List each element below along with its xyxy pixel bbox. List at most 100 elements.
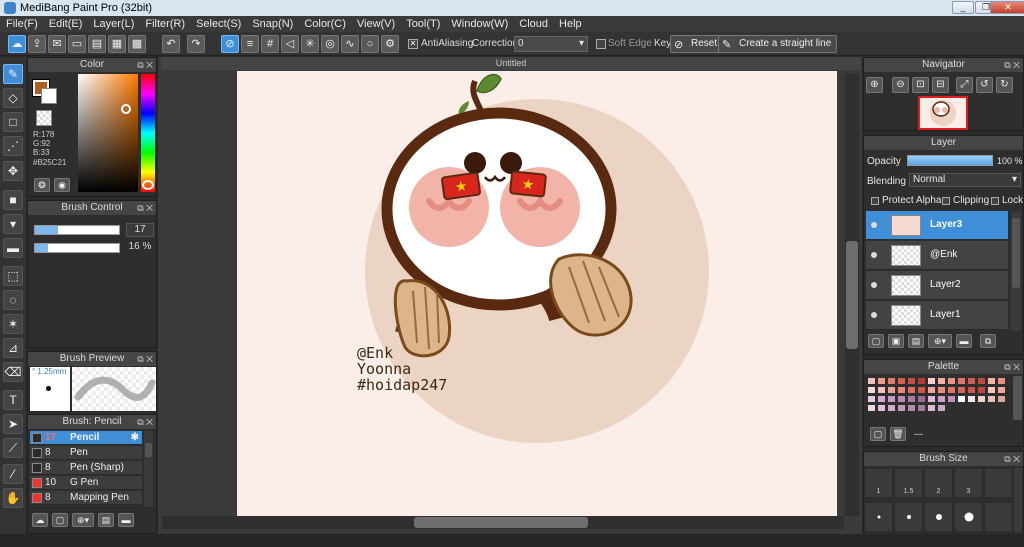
palette-color-swatch[interactable] <box>907 404 916 412</box>
color-history-icon[interactable]: ◉ <box>54 178 70 192</box>
palette-color-swatch[interactable] <box>897 377 906 385</box>
dot-tool-icon[interactable]: □ <box>3 112 23 132</box>
palette-color-swatch[interactable] <box>957 377 966 385</box>
menu-view[interactable]: View(V) <box>357 18 395 30</box>
add-layer-menu-icon[interactable]: ⊕▾ <box>928 334 952 348</box>
palette-color-swatch[interactable] <box>977 395 986 403</box>
palette-color-swatch[interactable] <box>867 377 876 385</box>
close-button[interactable]: ✕ <box>990 1 1024 14</box>
lock-checkbox[interactable] <box>991 197 999 205</box>
brush-size-cell[interactable]: 2 <box>924 468 953 498</box>
brush-size-cell[interactable] <box>924 502 953 532</box>
export-icon[interactable]: ⇪ <box>28 35 46 53</box>
rotate-right-icon[interactable]: ↻ <box>996 77 1013 93</box>
lasso-tool-icon[interactable]: ◌ <box>3 290 23 310</box>
gear-icon[interactable]: ✱ <box>131 431 139 445</box>
eyedropper-tool-icon[interactable]: ⁄ <box>3 464 23 484</box>
saturation-value-field[interactable] <box>78 74 138 192</box>
fit-view-icon[interactable]: ⊡ <box>912 77 929 93</box>
brush-list-scroll-thumb[interactable] <box>145 443 152 457</box>
brush-item-mapping-pen[interactable]: 8 Mapping Pen <box>30 491 142 505</box>
brush-size-cell[interactable] <box>894 502 923 532</box>
palette-color-swatch[interactable] <box>907 377 916 385</box>
panel-controls-icon[interactable]: ⧉ ✕ <box>137 201 153 215</box>
palette-color-swatch[interactable] <box>887 386 896 394</box>
brush-item-pencil[interactable]: 17 Pencil ✱ <box>30 431 142 445</box>
menu-select[interactable]: Select(S) <box>196 18 241 30</box>
menu-edit[interactable]: Edit(E) <box>49 18 83 30</box>
horizontal-scroll-thumb[interactable] <box>414 517 588 528</box>
menu-file[interactable]: File(F) <box>6 18 38 30</box>
palette-color-swatch[interactable] <box>877 377 886 385</box>
undo-icon[interactable]: ↶ <box>162 35 180 53</box>
fill-rect-icon[interactable]: ■ <box>3 190 23 210</box>
palette-color-swatch[interactable] <box>957 395 966 403</box>
new-folder-icon[interactable]: ▬ <box>956 334 972 348</box>
panel-controls-icon[interactable]: ⧉ ✕ <box>137 58 153 72</box>
brush-size-cell[interactable] <box>864 502 893 532</box>
gradient-tool-icon[interactable]: ▬ <box>3 238 23 258</box>
divide-tool-icon[interactable]: ⟋ <box>3 438 23 458</box>
brush-settings-icon[interactable]: ▤ <box>98 513 114 527</box>
layer-item-layer3[interactable]: Layer3 ✱ <box>866 211 1022 240</box>
brush-size-cell[interactable]: 3 <box>954 468 983 498</box>
zoom-out-icon[interactable]: ⊖ <box>892 77 909 93</box>
document-icon[interactable]: ▤ <box>88 35 106 53</box>
dotted-brush-icon[interactable]: ⋰ <box>3 136 23 156</box>
brush-tool-icon[interactable]: ✎ <box>3 64 23 84</box>
magic-wand-icon[interactable]: ✶ <box>3 314 23 334</box>
vertical-scroll-thumb[interactable] <box>846 241 858 349</box>
brush-size-cell[interactable] <box>954 502 983 532</box>
menu-window[interactable]: Window(W) <box>451 18 508 30</box>
menu-color[interactable]: Color(C) <box>304 18 346 30</box>
antialiasing-checkbox[interactable]: ✕ <box>408 39 418 49</box>
trash-icon[interactable]: 🗑 <box>890 427 906 441</box>
new-brush-icon[interactable]: ▢ <box>52 513 68 527</box>
navigator-preview[interactable] <box>918 96 968 130</box>
panel-controls-icon[interactable]: ⧉ ✕ <box>137 415 153 429</box>
brush-item-pen[interactable]: 8 Pen <box>30 446 142 460</box>
background-color-swatch[interactable] <box>41 88 57 104</box>
palette-color-swatch[interactable] <box>867 404 876 412</box>
brush-size-slider[interactable] <box>34 225 120 235</box>
panel-controls-icon[interactable]: ⧉ ✕ <box>1004 360 1020 374</box>
palette-color-swatch[interactable] <box>927 386 936 394</box>
panel-controls-icon[interactable]: ⧉ ✕ <box>1004 58 1020 72</box>
snap-settings-icon[interactable]: ⚙ <box>381 35 399 53</box>
canvas-vertical-scrollbar[interactable] <box>845 73 859 516</box>
panel-controls-icon[interactable]: ⧉ ✕ <box>137 352 153 366</box>
palette-color-swatch[interactable] <box>867 386 876 394</box>
palette-color-swatch[interactable] <box>917 377 926 385</box>
add-brush-icon[interactable]: ⊕▾ <box>72 513 94 527</box>
menu-layer[interactable]: Layer(L) <box>93 18 134 30</box>
palette-color-swatch[interactable] <box>907 386 916 394</box>
transparent-color-swatch[interactable] <box>36 110 52 126</box>
hue-slider[interactable] <box>141 74 155 192</box>
clipping-checkbox[interactable] <box>942 197 950 205</box>
correction-select[interactable]: 0 ▾ <box>514 36 588 52</box>
palette-color-swatch[interactable] <box>897 404 906 412</box>
zoom-in-icon[interactable]: ⊕ <box>866 77 883 93</box>
brush-item-g-pen[interactable]: 10 G Pen <box>30 476 142 490</box>
radial-snap-icon[interactable]: ✳ <box>301 35 319 53</box>
brush-cloud-icon[interactable]: ☁ <box>32 513 48 527</box>
sv-picker-marker[interactable] <box>121 104 131 114</box>
brush-size-cell[interactable] <box>984 468 1013 498</box>
eraser-tool-icon[interactable]: ◇ <box>3 88 23 108</box>
eye-icon[interactable] <box>871 312 877 318</box>
no-snap-icon[interactable]: ⊘ <box>221 35 239 53</box>
layer-opacity-slider[interactable] <box>907 155 993 166</box>
brush-size-cell[interactable]: 1.5 <box>894 468 923 498</box>
palette-color-swatch[interactable] <box>867 395 876 403</box>
palette-color-swatch[interactable] <box>917 404 926 412</box>
palette-color-swatch[interactable] <box>987 386 996 394</box>
palette-scrollbar[interactable] <box>1013 376 1022 420</box>
brush-size-scrollbar[interactable] <box>1014 468 1022 532</box>
cross-snap-icon[interactable]: # <box>261 35 279 53</box>
comment-icon[interactable]: ✉ <box>48 35 66 53</box>
palette-color-swatch[interactable] <box>917 386 926 394</box>
artboard[interactable]: ★ ★ @Enk Yoonna #hoidap247 <box>237 71 837 516</box>
palette-color-swatch[interactable] <box>877 404 886 412</box>
brush-size-cell[interactable] <box>984 502 1013 532</box>
layer-item-layer2[interactable]: Layer2 <box>866 271 1008 300</box>
